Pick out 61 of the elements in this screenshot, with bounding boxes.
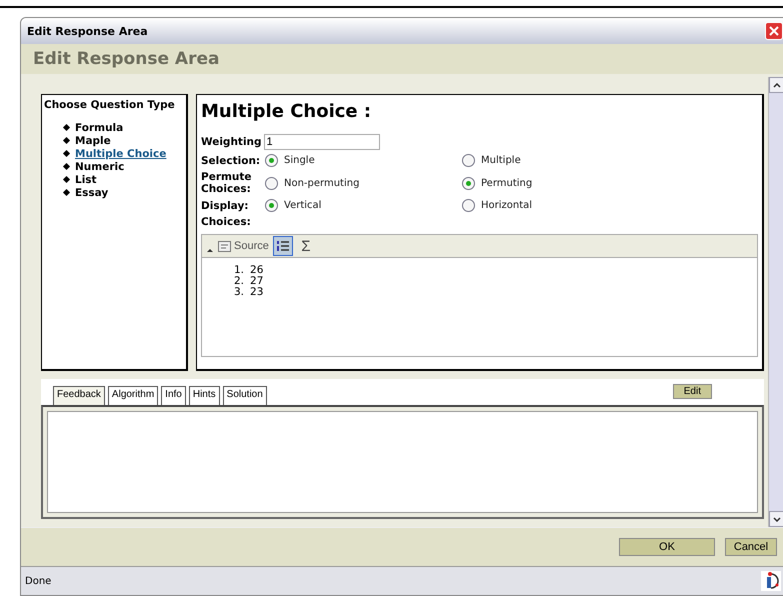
tab[interactable]: Info <box>161 386 186 405</box>
ok-button[interactable]: OK <box>619 538 715 556</box>
radio-label: Horizontal <box>481 200 532 211</box>
option-label: Permute Choices: <box>201 171 253 195</box>
radio-button[interactable] <box>462 176 475 190</box>
tab[interactable]: Solution <box>222 386 267 405</box>
radio-button[interactable] <box>265 176 278 190</box>
status-text: Done <box>25 576 52 586</box>
bullet-icon <box>62 136 70 144</box>
question-type-link[interactable]: Essay <box>75 186 108 198</box>
bullet-icon <box>62 176 70 184</box>
tab[interactable]: Hints <box>188 386 220 405</box>
question-type-link[interactable]: Formula <box>75 122 124 134</box>
scroll-up-icon[interactable] <box>773 82 781 88</box>
option-label: Display: <box>201 200 250 212</box>
numbered-list-button[interactable] <box>272 236 293 256</box>
question-type-link[interactable]: Maple <box>75 134 111 146</box>
radio-button[interactable] <box>462 199 475 212</box>
close-icon <box>768 25 780 37</box>
editor-title: Multiple Choice : <box>201 101 372 122</box>
radio-label: Single <box>284 155 315 166</box>
choice-text: 27 <box>250 275 264 286</box>
radio-button[interactable] <box>265 154 278 167</box>
source-button[interactable]: Source <box>218 240 269 252</box>
question-type-link[interactable]: List <box>75 174 97 186</box>
radio-label: Multiple <box>481 155 521 166</box>
radio-label: Vertical <box>284 200 322 211</box>
bullet-icon <box>62 124 70 132</box>
choices-label: Choices: <box>201 216 252 228</box>
list-number: 2. <box>234 275 244 286</box>
panel-title: Choose Question Type <box>44 99 176 111</box>
choice-text: 26 <box>250 264 264 275</box>
list-number: 3. <box>234 286 244 297</box>
cancel-button[interactable]: Cancel <box>725 538 777 556</box>
field-label: Weighting <box>201 136 262 148</box>
bullet-icon <box>62 150 70 158</box>
radio-label: Permuting <box>481 178 532 188</box>
source-icon <box>218 240 231 252</box>
edit-button[interactable]: Edit <box>672 384 712 399</box>
radio-label: Non-permuting <box>284 178 360 188</box>
choices-editor[interactable]: 1. 26 2. 27 3. 23 <box>201 257 758 357</box>
radio-button[interactable] <box>265 199 278 212</box>
weighting-field[interactable]: 1 <box>264 134 380 150</box>
option-label: Selection: <box>201 154 262 166</box>
close-button[interactable] <box>765 22 783 40</box>
tab[interactable]: Feedback <box>53 386 105 405</box>
bullet-icon <box>62 188 70 196</box>
choice-text: 23 <box>250 286 264 297</box>
tab[interactable]: Algorithm <box>108 386 158 405</box>
app-logo-icon <box>761 571 781 591</box>
scrollbar[interactable] <box>768 77 783 527</box>
list-number: 1. <box>234 264 244 275</box>
question-type-link[interactable]: Multiple Choice <box>75 148 166 160</box>
sigma-button[interactable]: Σ <box>296 237 315 255</box>
numbered-list-icon <box>276 239 290 253</box>
window-title: Edit Response Area <box>27 24 148 38</box>
bullet-icon <box>62 162 70 170</box>
radio-button[interactable] <box>462 154 475 167</box>
scroll-down-icon[interactable] <box>773 516 781 522</box>
page-heading: Edit Response Area <box>33 49 220 69</box>
question-type-link[interactable]: Numeric <box>75 160 124 172</box>
